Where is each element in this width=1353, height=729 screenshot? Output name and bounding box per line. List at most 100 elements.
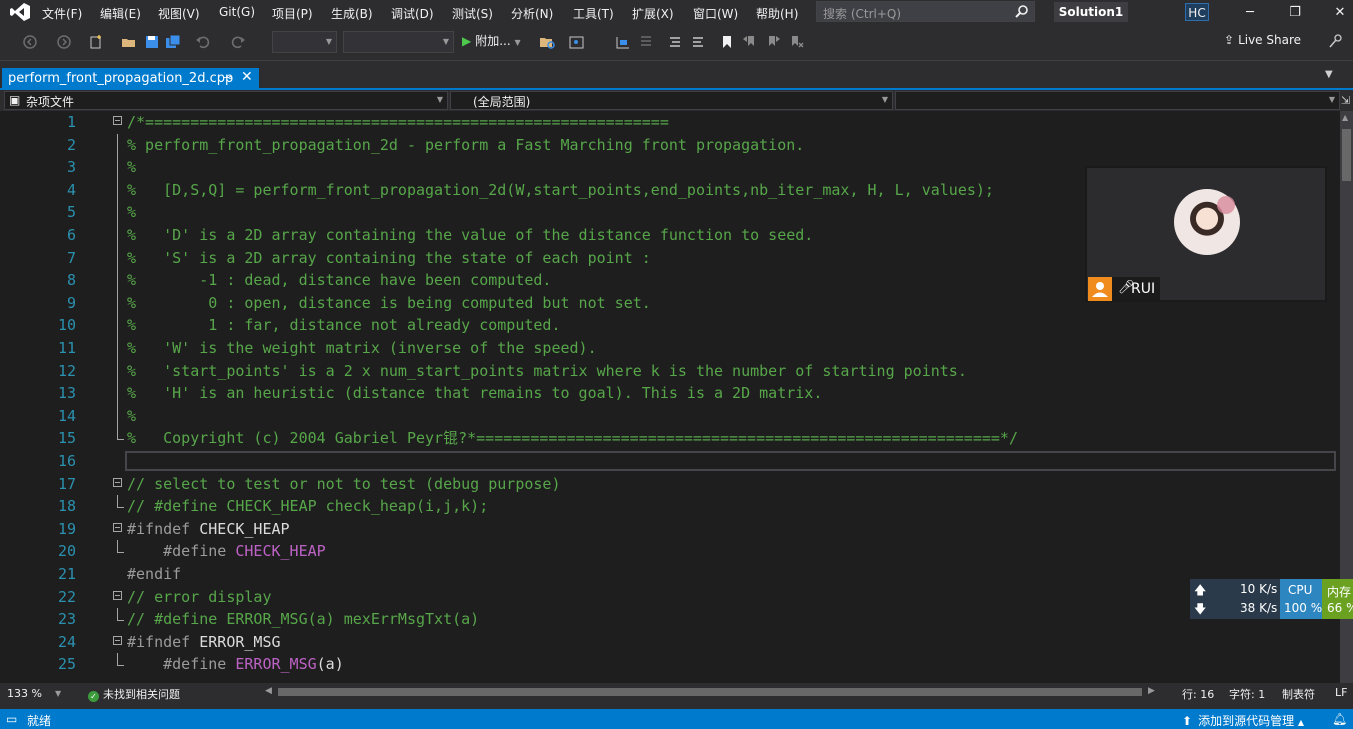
menu-extensions[interactable]: 扩展(X) — [632, 5, 674, 22]
code-line[interactable]: 23 // #define ERROR_MSG(a) mexErrMsgTxt(a… — [0, 608, 1340, 631]
code-line[interactable]: 21 #endif — [0, 563, 1340, 586]
add-to-source-control-button[interactable]: ⬆ 添加到源代码管理 ▲ — [1182, 712, 1304, 729]
eol-indicator[interactable]: LF — [1335, 686, 1347, 699]
menu-window[interactable]: 窗口(W) — [693, 5, 738, 22]
code-line[interactable]: 18 // #define CHECK_HEAP check_heap(i,j,k… — [0, 495, 1340, 518]
code-line[interactable]: 1 /*=====================================… — [0, 111, 1340, 134]
new-project-icon[interactable] — [88, 34, 104, 50]
undo-icon[interactable] — [195, 34, 211, 50]
back-icon[interactable] — [22, 34, 38, 50]
format-icon[interactable] — [638, 34, 654, 50]
code-line[interactable]: 12 % 'start_points' is a 2 x num_start_po… — [0, 359, 1340, 383]
menu-edit[interactable]: 编辑(E) — [100, 5, 141, 22]
solution-name: Solution1 — [1054, 2, 1128, 22]
clear-bookmarks-icon[interactable] — [788, 34, 804, 50]
zoom-dropdown[interactable]: 133 % — [7, 687, 42, 700]
arrow-up-icon: ⬆ — [1182, 714, 1193, 728]
collapse-icon[interactable] — [113, 590, 122, 600]
notification-bell-icon[interactable]: 🔔︎ — [1332, 712, 1347, 726]
find-in-files-icon[interactable] — [539, 34, 555, 50]
code-line[interactable]: 2 % perform_front_propagation_2d - perfor… — [0, 133, 1340, 157]
user-avatar[interactable]: HC — [1185, 3, 1209, 21]
scroll-up-icon[interactable]: ▲ — [1342, 113, 1348, 122]
code-line[interactable]: 13 % 'H' is an heuristic (distance that r… — [0, 382, 1340, 405]
menu-project[interactable]: 项目(P) — [272, 5, 313, 22]
menu-build[interactable]: 生成(B) — [331, 5, 373, 22]
fold-end-guide — [117, 540, 124, 554]
minimize-icon[interactable]: ─ — [1227, 0, 1273, 25]
horizontal-scroll-thumb[interactable] — [278, 688, 1142, 696]
search-input[interactable]: 搜索 (Ctrl+Q) — [816, 1, 1035, 22]
platform-dropdown[interactable]: ▼ — [343, 31, 454, 53]
menu-tools[interactable]: 工具(T) — [573, 5, 614, 22]
menu-git[interactable]: Git(G) — [219, 5, 255, 19]
uncomment-lines-icon[interactable] — [690, 34, 706, 50]
tabs-indicator[interactable]: 制表符 — [1282, 686, 1315, 702]
forward-icon[interactable] — [56, 34, 72, 50]
attach-button[interactable]: ▶ 附加... ▼ — [462, 30, 521, 52]
share-icon: ⇪ — [1224, 33, 1235, 47]
scroll-left-icon[interactable]: ◀ — [265, 686, 272, 696]
code-line[interactable]: 14% — [0, 404, 1340, 428]
code-line[interactable]: 25 #define ERROR_MSG(a) — [0, 653, 1340, 676]
collapse-icon[interactable] — [113, 522, 122, 532]
issues-label: 未找到相关问题 — [103, 688, 180, 701]
split-editor-icon[interactable]: ⇲ — [1341, 94, 1350, 107]
line-indicator[interactable]: 行: 16 — [1182, 686, 1214, 702]
menu-debug[interactable]: 调试(D) — [391, 5, 434, 22]
menu-test[interactable]: 测试(S) — [452, 5, 493, 22]
menu-analyze[interactable]: 分析(N) — [511, 5, 553, 22]
char-indicator[interactable]: 字符: 1 — [1229, 686, 1265, 702]
prev-bookmark-icon[interactable] — [742, 34, 758, 50]
code-line[interactable]: 22 // error display — [0, 586, 1340, 609]
code-token: % Copyright (c) 2004 Gabriel Peyr锟?*====… — [127, 429, 1018, 448]
screenshot-icon[interactable] — [569, 34, 585, 50]
tab-perform-front-propagation[interactable]: perform_front_propagation_2d.cpp ⊸ ✕ — [2, 68, 259, 90]
tab-overflow-icon[interactable]: ▼ — [1325, 69, 1333, 80]
project-dropdown[interactable]: ▣ 杂项文件 ▼ — [4, 91, 448, 110]
code-line[interactable]: 17 // select to test or not to test (debu… — [0, 473, 1340, 496]
code-text: % 'S' is a 2D array containing the state… — [127, 247, 651, 270]
live-share-button[interactable]: ⇪ Live Share — [1224, 33, 1301, 47]
close-window-icon[interactable]: ✕ — [1317, 0, 1353, 25]
chevron-down-icon: ▼ — [442, 37, 449, 46]
collapse-icon[interactable] — [113, 635, 122, 645]
collapse-icon[interactable] — [113, 116, 122, 125]
search-icon — [1015, 5, 1028, 18]
redo-icon[interactable] — [230, 34, 246, 50]
code-line[interactable]: 10 % 1 : far, distance not already comput… — [0, 314, 1340, 337]
code-line[interactable]: 15 % Copyright (c) 2004 Gabriel Peyr锟?*==… — [0, 427, 1340, 450]
next-bookmark-icon[interactable] — [765, 34, 781, 50]
code-line[interactable]: 24 #ifndef ERROR_MSG — [0, 631, 1340, 654]
collapse-icon[interactable] — [113, 477, 122, 487]
scope-dropdown[interactable]: (全局范围) ▼ — [450, 91, 893, 110]
cpu-value: 100 % — [1284, 601, 1323, 615]
menu-help[interactable]: 帮助(H) — [756, 5, 798, 22]
code-token: #ifndef — [127, 519, 200, 538]
pin-icon[interactable]: ⊸ — [223, 71, 232, 84]
chevron-down-icon[interactable]: ▼ — [55, 689, 61, 698]
scroll-right-icon[interactable]: ▶ — [1148, 686, 1155, 696]
code-line[interactable]: 20 #define CHECK_HEAP — [0, 540, 1340, 563]
vertical-scroll-thumb[interactable] — [1342, 129, 1351, 181]
code-line[interactable]: 11 % 'W' is the weight matrix (inverse of… — [0, 337, 1340, 360]
bookmark-icon[interactable] — [719, 34, 735, 50]
member-dropdown[interactable]: ▼ — [895, 91, 1340, 110]
save-all-icon[interactable] — [165, 34, 181, 50]
save-icon[interactable] — [144, 34, 160, 50]
attach-label: 附加... — [475, 34, 511, 48]
breakpoint-icon[interactable] — [615, 34, 631, 50]
code-text: // #define ERROR_MSG(a) mexErrMsgTxt(a) — [127, 608, 479, 631]
feedback-icon[interactable] — [1328, 33, 1344, 49]
menu-file[interactable]: 文件(F) — [42, 5, 82, 22]
configuration-dropdown[interactable]: ▼ — [272, 31, 337, 53]
issues-indicator[interactable]: ✓ 未找到相关问题 — [88, 686, 180, 702]
menu-view[interactable]: 视图(V) — [158, 5, 200, 22]
restore-icon[interactable]: ❐ — [1272, 0, 1318, 25]
comment-lines-icon[interactable] — [667, 34, 683, 50]
code-text: % — [127, 156, 136, 179]
memory-label: 内存 — [1327, 585, 1352, 599]
close-icon[interactable]: ✕ — [241, 69, 253, 85]
open-file-icon[interactable] — [121, 34, 137, 50]
code-line[interactable]: 19 #ifndef CHECK_HEAP — [0, 518, 1340, 541]
